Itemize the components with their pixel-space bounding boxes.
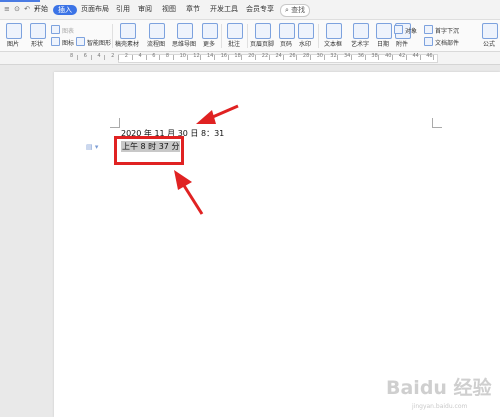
arrow-lower [174, 170, 204, 215]
arrow-upper [196, 104, 239, 124]
annotation-arrows [174, 104, 239, 215]
watermark-url: jingyan.baidu.com [411, 403, 468, 410]
watermark-brand: Baidu 经验 [386, 376, 492, 399]
baidu-watermark: Baidu 经验 jingyan.baidu.com [386, 376, 492, 410]
